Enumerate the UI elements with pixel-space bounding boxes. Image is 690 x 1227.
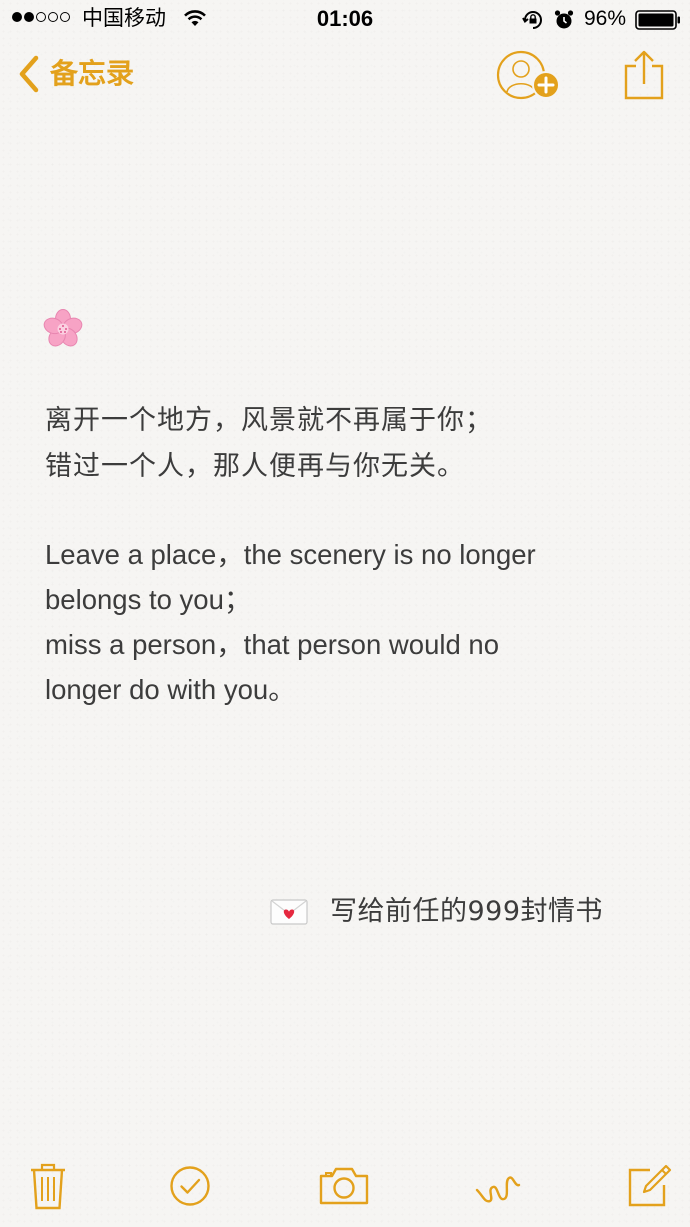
add-people-icon[interactable]: [496, 50, 564, 102]
rotation-lock-icon: [522, 11, 542, 29]
sketch-icon: [475, 1176, 521, 1203]
sketch-button[interactable]: [470, 1160, 526, 1212]
note-line: longer do with you。: [45, 674, 296, 705]
checklist-button[interactable]: [162, 1160, 218, 1212]
back-label: 备忘录: [50, 57, 135, 90]
delete-button[interactable]: [20, 1160, 76, 1212]
checklist-icon: [170, 1166, 210, 1206]
compose-icon: [628, 1164, 672, 1207]
compose-button[interactable]: [620, 1160, 676, 1212]
alarm-icon: [554, 10, 574, 29]
cherry-blossom-icon: [43, 309, 83, 347]
signature-label: 写给前任的999封情书: [330, 896, 604, 927]
status-bar: 中国移动 01:06 96%: [0, 0, 690, 40]
note-line: 离开一个地方，风景就不再属于你；: [45, 405, 493, 436]
trash-icon: [31, 1163, 65, 1210]
chevron-left-icon: [19, 55, 39, 93]
note-line: miss a person，that person would no: [45, 629, 499, 660]
note-english-text[interactable]: Leave a place，the scenery is no longer b…: [45, 532, 655, 712]
note-line: 错过一个人，那人便再与你无关。: [45, 451, 465, 482]
battery-icon: [635, 10, 680, 30]
share-icon[interactable]: [622, 50, 666, 102]
back-button[interactable]: 备忘录: [18, 54, 134, 94]
love-letter-icon: [270, 899, 308, 925]
camera-button[interactable]: [316, 1160, 372, 1212]
camera-icon: [319, 1167, 369, 1205]
note-signature[interactable]: 写给前任的999封情书: [270, 890, 603, 934]
note-line: belongs to you；: [45, 584, 252, 615]
note-line: Leave a place，the scenery is no longer: [45, 539, 536, 570]
battery-percent: 96%: [584, 7, 627, 30]
note-chinese-text[interactable]: 离开一个地方，风景就不再属于你； 错过一个人，那人便再与你无关。: [45, 398, 493, 490]
